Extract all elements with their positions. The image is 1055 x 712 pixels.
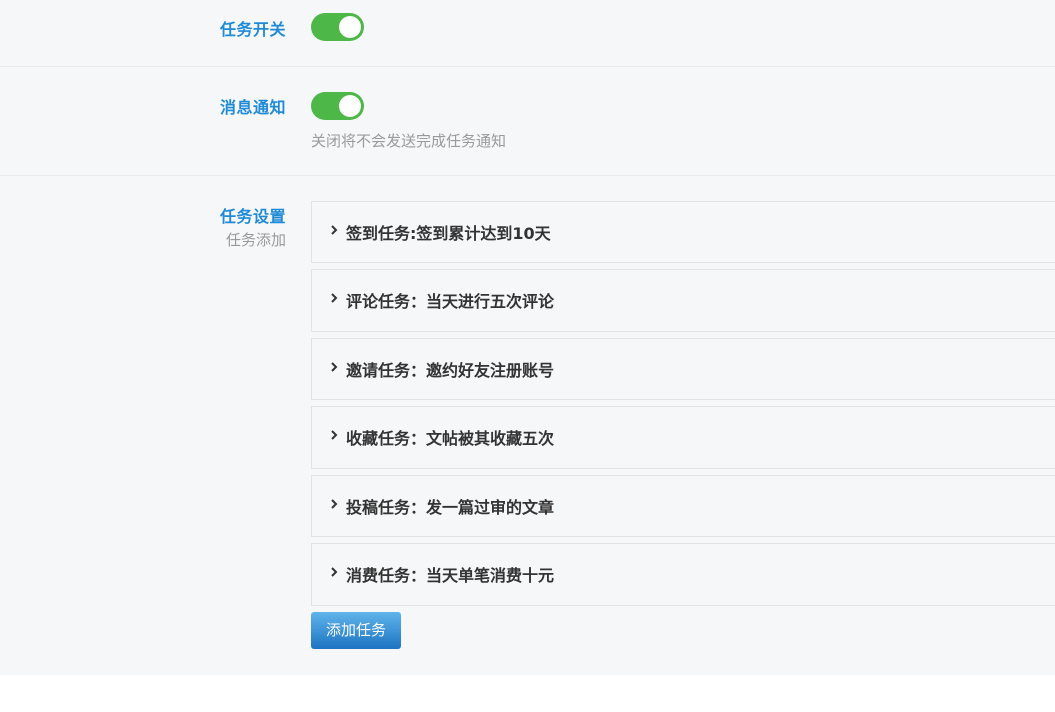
toggle-knob	[339, 95, 361, 117]
task-switch-label: 任务开关	[219, 20, 286, 39]
chevron-right-icon	[331, 499, 338, 509]
task-item-favorite[interactable]: 收藏任务：文帖被其收藏五次	[311, 406, 1055, 469]
message-notify-label: 消息通知	[219, 98, 286, 117]
toggle-knob	[339, 16, 361, 38]
chevron-right-icon	[331, 293, 338, 303]
chevron-right-icon	[331, 225, 338, 235]
task-switch-toggle[interactable]	[311, 13, 364, 41]
task-item-comment[interactable]: 评论任务：当天进行五次评论	[311, 269, 1055, 332]
message-notify-toggle[interactable]	[311, 92, 364, 120]
message-notify-hint: 关闭将不会发送完成任务通知	[311, 132, 507, 150]
settings-panel: 任务开关 消息通知 关闭将不会发送完成任务通知 任务设置 任务添加 签到任务:签…	[0, 0, 1055, 675]
task-item-text: 收藏任务：文帖被其收藏五次	[346, 429, 555, 448]
divider	[0, 66, 1055, 67]
task-item-text: 投稿任务：发一篇过审的文章	[346, 498, 555, 517]
task-settings-label: 任务设置	[219, 207, 286, 226]
add-task-button[interactable]: 添加任务	[311, 612, 401, 649]
task-item-submit[interactable]: 投稿任务：发一篇过审的文章	[311, 475, 1055, 537]
task-item-text: 消费任务：当天单笔消费十元	[346, 566, 555, 585]
divider	[0, 175, 1055, 176]
task-item-text: 评论任务：当天进行五次评论	[346, 292, 555, 311]
task-item-text: 邀请任务：邀约好友注册账号	[346, 361, 555, 380]
task-settings-sublabel: 任务添加	[225, 231, 286, 249]
task-item-checkin[interactable]: 签到任务:签到累计达到10天	[311, 201, 1055, 263]
task-item-spend[interactable]: 消费任务：当天单笔消费十元	[311, 543, 1055, 606]
chevron-right-icon	[331, 362, 338, 372]
task-item-text: 签到任务:签到累计达到10天	[346, 224, 551, 243]
chevron-right-icon	[331, 567, 338, 577]
chevron-right-icon	[331, 430, 338, 440]
task-item-invite[interactable]: 邀请任务：邀约好友注册账号	[311, 338, 1055, 400]
